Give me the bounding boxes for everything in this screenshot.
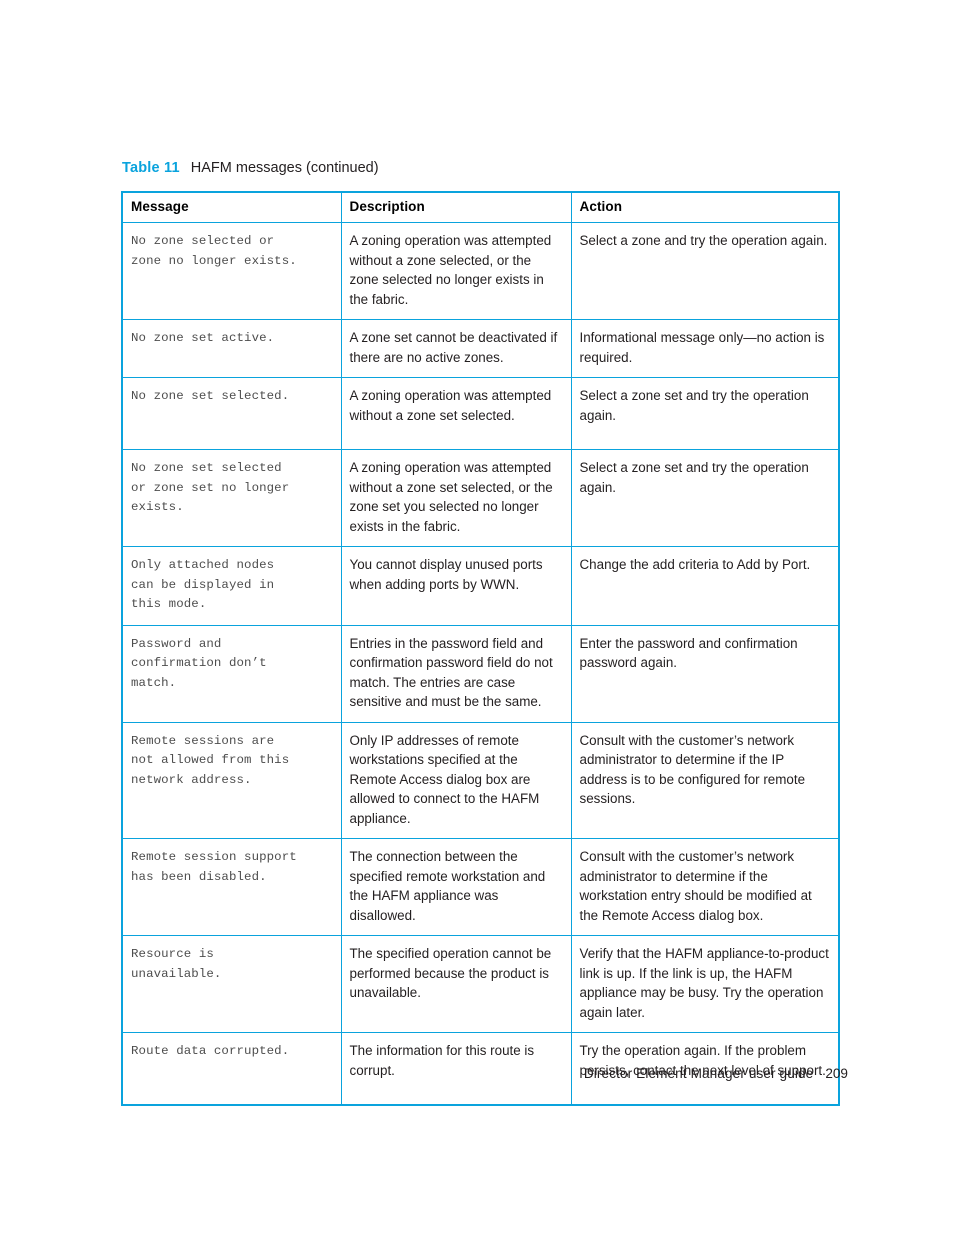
cell-description: The specified operation cannot be perfor… [340,935,572,1033]
cell-message: No zone set selected or zone set no long… [121,449,342,547]
cell-message: Only attached nodes can be displayed in … [121,546,342,626]
cell-action: Verify that the HAFM appliance-to-produc… [570,935,840,1033]
footer-page-number: 209 [825,1066,848,1081]
cell-message: No zone set active. [121,319,342,378]
cell-message: Remote session support has been disabled… [121,838,342,936]
table-row: Remote sessions are not allowed from thi… [121,721,840,839]
cell-description: A zoning operation was attempted without… [340,449,572,547]
cell-action: Consult with the customer’s network admi… [570,838,840,936]
cell-message: Remote sessions are not allowed from thi… [121,721,342,839]
column-header-description: Description [340,191,572,223]
table-row: No zone set active. A zone set cannot be… [121,319,840,378]
cell-description: You cannot display unused ports when add… [340,546,572,626]
footer-guide-title: Director Element Manager user guide [583,1066,814,1081]
table-row: Remote session support has been disabled… [121,838,840,936]
cell-description: A zoning operation was attempted without… [340,377,572,450]
cell-action: Consult with the customer’s network admi… [570,721,840,839]
cell-message: Resource is unavailable. [121,935,342,1033]
table-caption-number: Table 11 [122,160,180,176]
table-row: Only attached nodes can be displayed in … [121,546,840,626]
table-row: No zone set selected. A zoning operation… [121,377,840,450]
table-header: Message Description Action [121,191,840,223]
page-footer: Director Element Manager user guide 209 [0,1066,848,1081]
table-row: No zone set selected or zone set no long… [121,449,840,547]
cell-description: The connection between the specified rem… [340,838,572,936]
table-row: No zone selected or zone no longer exist… [121,222,840,320]
cell-action: Enter the password and confirmation pass… [570,624,840,723]
cell-description: Entries in the password field and confir… [340,624,572,723]
cell-action: Select a zone and try the operation agai… [570,222,840,320]
cell-message: No zone set selected. [121,377,342,450]
table-row: Password and confirmation don’t match. E… [121,624,840,723]
table-caption: Table 11 HAFM messages (continued) [122,159,379,177]
cell-action: Select a zone set and try the operation … [570,377,840,450]
column-header-action: Action [570,191,840,223]
cell-action: Informational message only—no action is … [570,319,840,378]
cell-description: A zoning operation was attempted without… [340,222,572,320]
cell-message: Password and confirmation don’t match. [121,624,342,723]
column-header-message: Message [121,191,342,223]
table-header-row: Message Description Action [121,191,840,223]
table-caption-title: HAFM messages (continued) [190,160,379,176]
cell-description: Only IP addresses of remote workstations… [340,721,572,839]
cell-action: Select a zone set and try the operation … [570,449,840,547]
hafm-messages-table: Message Description Action No zone selec… [121,191,840,1106]
document-page: Table 11 HAFM messages (continued) Messag… [0,0,954,1235]
table-row: Resource is unavailable. The specified o… [121,935,840,1033]
cell-description: A zone set cannot be deactivated if ther… [340,319,572,378]
table-body: No zone selected or zone no longer exist… [121,222,840,1106]
cell-message: No zone selected or zone no longer exist… [121,222,342,320]
cell-action: Change the add criteria to Add by Port. [570,546,840,626]
